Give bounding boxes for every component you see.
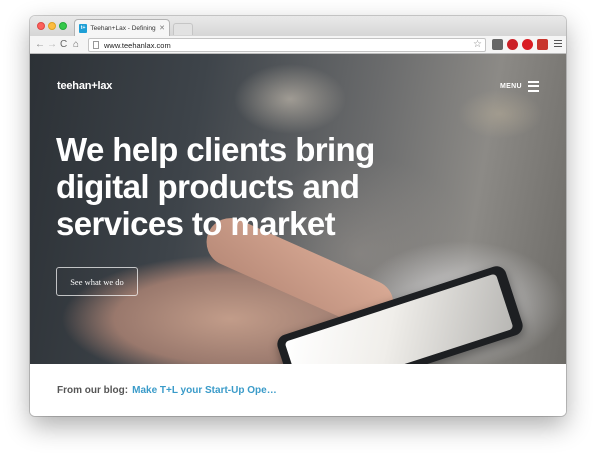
pocket-icon[interactable]: [492, 39, 503, 50]
menu-label[interactable]: MENU: [500, 83, 522, 90]
reload-icon[interactable]: C: [60, 39, 67, 50]
home-icon[interactable]: ⌂: [73, 39, 79, 50]
page-icon: [93, 41, 99, 49]
tab-close-icon[interactable]: ✕: [159, 24, 165, 32]
title-bar: t+ Teehan+Lax - Defining Exp ✕: [30, 16, 566, 36]
site-logo[interactable]: teehan+lax: [57, 80, 112, 92]
forward-icon[interactable]: →: [47, 39, 57, 50]
address-bar[interactable]: www.teehanlax.com ☆: [88, 38, 486, 52]
back-icon[interactable]: ←: [35, 39, 45, 50]
extension-icon[interactable]: [537, 39, 548, 50]
hero-headline: We help clients bring digital products a…: [56, 131, 375, 242]
opera-icon[interactable]: [522, 39, 533, 50]
hero-section: teehan+lax MENU We help clients bring di…: [30, 54, 566, 364]
maximize-window-icon[interactable]: [59, 22, 67, 30]
new-tab-button[interactable]: [173, 23, 193, 35]
blog-label: From our blog:: [57, 384, 129, 396]
blog-post-link[interactable]: Make T+L your Start-Up Ope: [132, 385, 267, 396]
close-window-icon[interactable]: [37, 22, 45, 30]
see-what-we-do-button[interactable]: See what we do: [56, 267, 138, 296]
blog-ellipsis: …: [266, 384, 277, 396]
url-text[interactable]: www.teehanlax.com: [104, 41, 171, 50]
browser-toolbar: ← → C ⌂ www.teehanlax.com ☆: [30, 36, 566, 54]
blog-strip: From our blog: Make T+L your Start-Up Op…: [30, 364, 566, 416]
bookmark-star-icon[interactable]: ☆: [473, 39, 482, 51]
hamburger-icon[interactable]: [528, 81, 539, 94]
tab-title: Teehan+Lax - Defining Exp: [90, 24, 157, 32]
pinterest-icon[interactable]: [507, 39, 518, 50]
minimize-window-icon[interactable]: [48, 22, 56, 30]
browser-window: t+ Teehan+Lax - Defining Exp ✕ ← → C ⌂ w…: [30, 16, 566, 416]
favicon-icon: t+: [79, 23, 88, 33]
browser-menu-icon[interactable]: [554, 40, 562, 49]
browser-tab[interactable]: t+ Teehan+Lax - Defining Exp ✕: [74, 19, 170, 36]
